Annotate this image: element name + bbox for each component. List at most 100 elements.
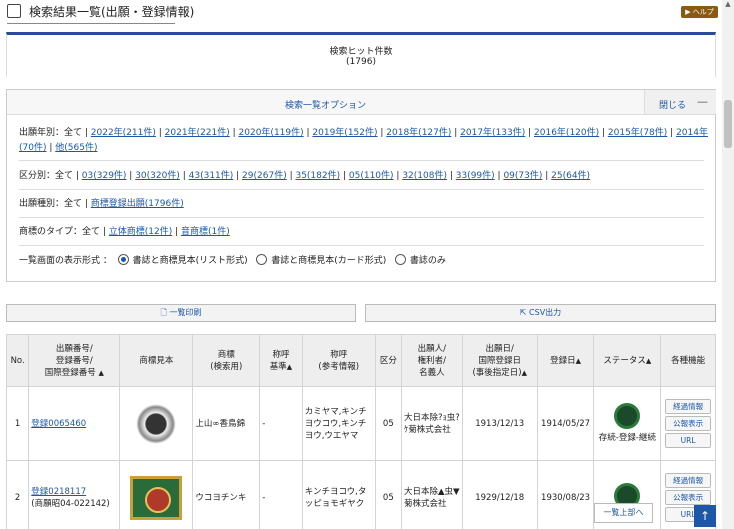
scroll-up-icon[interactable]: ▲ [722,0,734,12]
row-owner: 大日本除▲虫▼菊株式会社 [400,460,463,529]
filter-type: 出願種別：全て | 商標登録出願(1796件) [19,197,709,212]
filter-year-link[interactable]: 2021年(221件) [165,128,230,138]
trademark-image [119,386,194,461]
col-kijun[interactable]: 称呼 基準▲ [259,334,303,387]
col-name: 商標 (検索用) [192,334,261,387]
url-button[interactable]: URL [665,433,712,448]
sort-icon: ▲ [645,356,652,365]
sort-icon: ▲ [286,362,293,371]
radio-card-format[interactable] [256,254,268,265]
back-to-top-button[interactable]: 一覧上部へ [594,503,653,523]
display-format: 一覧画面の表示形式 ： 書誌と商標見本(リスト形式) 書誌と商標見本(カード形式… [19,254,709,269]
options-close-button[interactable]: 閉じる — [644,90,716,114]
filter-year-link[interactable]: 他(565件) [55,143,97,153]
display-format-label: 一覧画面の表示形式 ： [19,256,112,266]
progress-info-button[interactable]: 経過情報 [665,399,712,414]
filter-class-link[interactable]: 33(99件) [456,171,495,181]
col-class: 区分 [374,334,402,387]
filter-year: 出願年別：全て | 2022年(211件) | 2021年(221件) | 20… [19,128,708,153]
filter-class-link[interactable]: 30(320件) [135,171,180,181]
row-class: 05 [374,386,402,461]
arrow-up-icon[interactable]: ↑ [694,505,716,527]
filter-type-link[interactable]: 商標登録出願(1796件) [91,199,184,209]
filter-mark-label: 商標のタイプ：全て | [19,227,106,237]
filter-year-link[interactable]: 2022年(211件) [91,128,156,138]
filter-class-link[interactable]: 09(73件) [503,171,542,181]
help-button[interactable]: ▶ ヘルプ [681,6,718,18]
col-functions: 各種機能 [660,334,716,387]
filter-class-link[interactable]: 35(182件) [295,171,340,181]
row-owner: 大日本除?ｮ虫?ｹ菊株式会社 [400,386,463,461]
filter-year-link[interactable]: 2016年(120件) [534,128,599,138]
table-row: 1 登録0065460 上山∞香鳥錦 - カミヤマ,キンチヨウコウ,キンチヨウ,… [5,386,716,461]
options-header: 検索一覧オプション 閉じる — [7,90,716,115]
header-bar: 検索結果一覧(出願・登録情報) ▶ ヘルプ [0,0,734,24]
row-reg-date: 1930/08/23 [536,460,595,529]
col-reg-date[interactable]: 登録日▲ [536,334,595,387]
radio-label[interactable]: 書誌と商標見本(カード形式) [271,256,386,266]
row-no: 2 [5,460,30,529]
csv-export-button[interactable]: ⇱ CSV出力 [365,304,716,322]
col-yomi: 称呼 (参考情報) [301,334,376,387]
options-title[interactable]: 検索一覧オプション [7,98,644,111]
registration-link[interactable]: 登録0065460 [31,419,86,429]
results-table: No. 出願番号/ 登録番号/ 国際登録番号 ▲ 商標見本 商標 (検索用) 称… [5,334,716,529]
filter-year-link[interactable]: 2020年(119件) [239,128,304,138]
application-number: (商願昭04-022142) [31,498,110,509]
scroll-thumb[interactable] [724,100,732,148]
radio-label[interactable]: 書誌のみ [410,256,446,266]
filter-mark-link[interactable]: 音商標(1件) [181,227,230,237]
status-text: 存続-登録-継続 [598,433,656,443]
divider [19,160,704,161]
vertical-scrollbar[interactable]: ▲ [722,0,734,529]
document-icon: 🗋 [160,308,167,317]
filter-class-link[interactable]: 03(329件) [82,171,127,181]
search-options-panel: 検索一覧オプション 閉じる — 出願年別：全て | 2022年(211件) | … [6,89,716,282]
filter-year-link[interactable]: 2017年(133件) [460,128,525,138]
col-no: No. [5,334,30,387]
table-header-row: No. 出願番号/ 登録番号/ 国際登録番号 ▲ 商標見本 商標 (検索用) 称… [5,334,716,387]
filter-year-label: 出願年別：全て | [19,128,88,138]
gazette-button[interactable]: 公報表示 [665,416,712,431]
filter-year-link[interactable]: 2019年(152件) [312,128,377,138]
filter-class-link[interactable]: 43(311件) [189,171,234,181]
filter-mark-link[interactable]: 立体商標(12件) [109,227,172,237]
col-app-date[interactable]: 出願日/ 国際登録日 (事後指定日)▲ [461,334,538,387]
page-title: 検索結果一覧(出願・登録情報) [29,5,195,19]
radio-list-format[interactable] [117,254,129,265]
trademark-sample-image [130,475,183,520]
row-yomi: キンチヨコウ,タッピョモギヤク [301,460,376,529]
row-kijun: - [259,460,303,529]
title-underline [7,23,175,24]
print-list-button[interactable]: 🗋 一覧印刷 [6,304,356,322]
filter-mark-type: 商標のタイプ：全て | 立体商標(12件) | 音商標(1件) [19,227,230,237]
divider [19,245,704,246]
col-number[interactable]: 出願番号/ 登録番号/ 国際登録番号 ▲ [28,334,121,387]
minimize-icon[interactable]: — [697,95,708,108]
print-label: 一覧印刷 [169,308,202,317]
radio-label[interactable]: 書誌と商標見本(リスト形式) [133,256,248,266]
registration-link[interactable]: 登録0218117 [31,487,86,497]
trademark-image [119,460,194,529]
filter-class-link[interactable]: 29(267件) [242,171,287,181]
filter-year-link[interactable]: 2015年(78件) [608,128,667,138]
hit-count-label: 検索ヒット件数 [329,47,393,57]
filter-class-link[interactable]: 05(110件) [349,171,394,181]
row-name: 上山∞香鳥錦 [192,386,261,461]
col-status[interactable]: ステータス▲ [593,334,662,387]
divider [19,217,704,218]
filter-class-link[interactable]: 25(64件) [551,171,590,181]
row-status: 存続-登録-継続 [593,386,662,461]
row-reg-date: 1914/05/27 [536,386,595,461]
filter-class-link[interactable]: 32(108件) [402,171,447,181]
progress-info-button[interactable]: 経過情報 [665,473,712,488]
close-label[interactable]: 閉じる [659,98,686,111]
row-name: ウコヨチンキ [192,460,261,529]
row-kijun: - [259,386,303,461]
filter-type-label: 出願種別：全て | [19,199,88,209]
filter-year-link[interactable]: 2018年(127件) [386,128,451,138]
gazette-button[interactable]: 公報表示 [665,490,712,505]
radio-biblio-only[interactable] [394,254,406,265]
csv-label: CSV出力 [529,308,562,317]
row-app-date: 1913/12/13 [461,386,538,461]
